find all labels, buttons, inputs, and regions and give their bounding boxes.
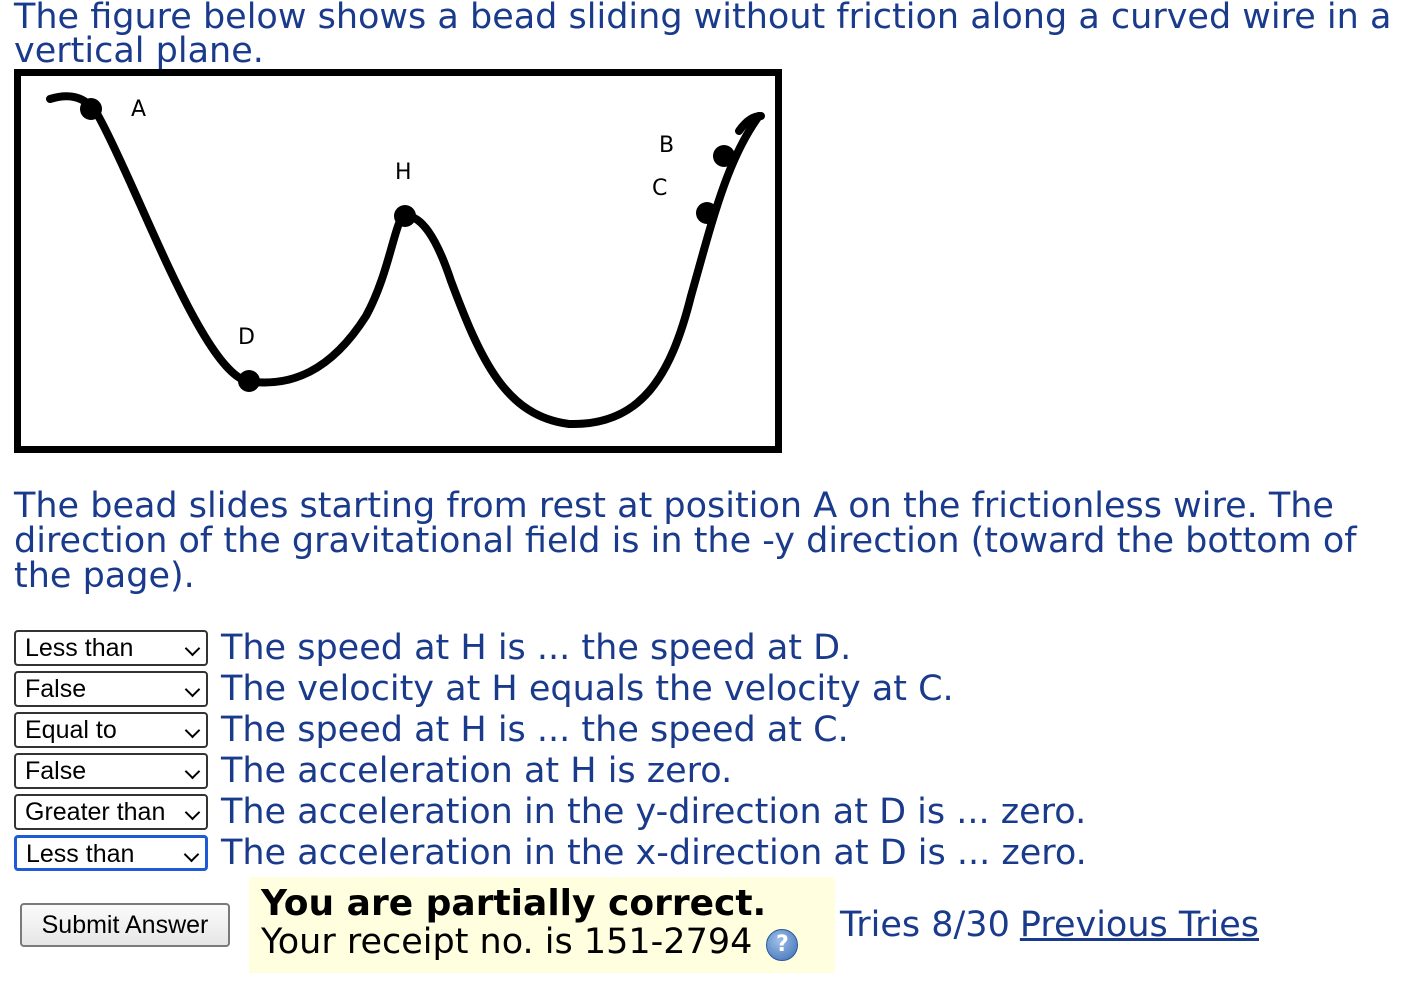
answer-select-2[interactable]: False bbox=[14, 671, 208, 707]
question-row: Less than The acceleration in the x-dire… bbox=[14, 833, 1087, 873]
select-value: Greater than bbox=[25, 798, 166, 826]
intro-text: The figure below shows a bead sliding wi… bbox=[14, 0, 1392, 71]
label-b: B bbox=[659, 133, 674, 158]
question-text: The acceleration in the x-direction at D… bbox=[221, 833, 1087, 873]
question-text: The acceleration in the y-direction at D… bbox=[221, 792, 1087, 832]
feedback-title: You are partially correct. bbox=[261, 883, 767, 924]
question-text: The speed at H is ... the speed at D. bbox=[221, 628, 852, 668]
answer-select-4[interactable]: False bbox=[14, 753, 208, 789]
submit-answer-button[interactable]: Submit Answer bbox=[20, 903, 230, 947]
question-row: False The acceleration at H is zero. bbox=[14, 751, 733, 791]
chevron-down-icon bbox=[184, 804, 201, 821]
receipt-text: Your receipt no. is 151-2794 bbox=[261, 922, 753, 962]
wire-curve bbox=[46, 92, 763, 429]
receipt-line: Your receipt no. is 151-2794 ? bbox=[261, 923, 823, 961]
previous-tries-link[interactable]: Previous Tries bbox=[1020, 905, 1259, 945]
answer-select-1[interactable]: Less than bbox=[14, 630, 208, 666]
select-value: False bbox=[25, 675, 87, 703]
question-text: The velocity at H equals the velocity at… bbox=[221, 669, 954, 709]
question-circle-icon[interactable]: ? bbox=[766, 929, 799, 961]
label-a: A bbox=[131, 97, 146, 122]
bead-point-b bbox=[713, 145, 735, 167]
label-c: C bbox=[652, 176, 667, 201]
question-text: The speed at H is ... the speed at C. bbox=[221, 710, 849, 750]
question-row: False The velocity at H equals the veloc… bbox=[14, 669, 954, 709]
chevron-down-icon bbox=[184, 763, 201, 780]
wire-figure: A H B C D bbox=[14, 69, 782, 453]
select-value: Equal to bbox=[25, 716, 117, 744]
question-row: Greater than The acceleration in the y-d… bbox=[14, 792, 1087, 832]
bead-point-h bbox=[394, 205, 416, 227]
question-row: Equal to The speed at H is ... the speed… bbox=[14, 710, 849, 750]
description-text: The bead slides starting from rest at po… bbox=[14, 486, 1357, 596]
tries-area: Tries 8/30 Previous Tries bbox=[840, 905, 1259, 945]
question-row: Less than The speed at H is ... the spee… bbox=[14, 628, 852, 668]
select-value: Less than bbox=[26, 840, 135, 868]
select-value: Less than bbox=[25, 634, 134, 662]
tries-count: Tries 8/30 bbox=[840, 905, 1010, 945]
chevron-down-icon bbox=[184, 681, 201, 698]
answer-select-3[interactable]: Equal to bbox=[14, 712, 208, 748]
answer-select-5[interactable]: Greater than bbox=[14, 794, 208, 830]
bead-point-a bbox=[80, 98, 102, 120]
answer-select-6[interactable]: Less than bbox=[14, 835, 208, 871]
chevron-down-icon bbox=[184, 640, 201, 657]
label-h: H bbox=[395, 160, 412, 185]
bead-point-d bbox=[238, 370, 260, 392]
question-text: The acceleration at H is zero. bbox=[221, 751, 733, 791]
bead-point-c bbox=[696, 202, 718, 224]
chevron-down-icon bbox=[183, 846, 200, 863]
feedback-box: You are partially correct. Your receipt … bbox=[249, 877, 835, 973]
chevron-down-icon bbox=[184, 722, 201, 739]
wire-diagram: A H B C D bbox=[46, 92, 765, 429]
select-value: False bbox=[25, 757, 87, 785]
label-d: D bbox=[238, 325, 255, 350]
